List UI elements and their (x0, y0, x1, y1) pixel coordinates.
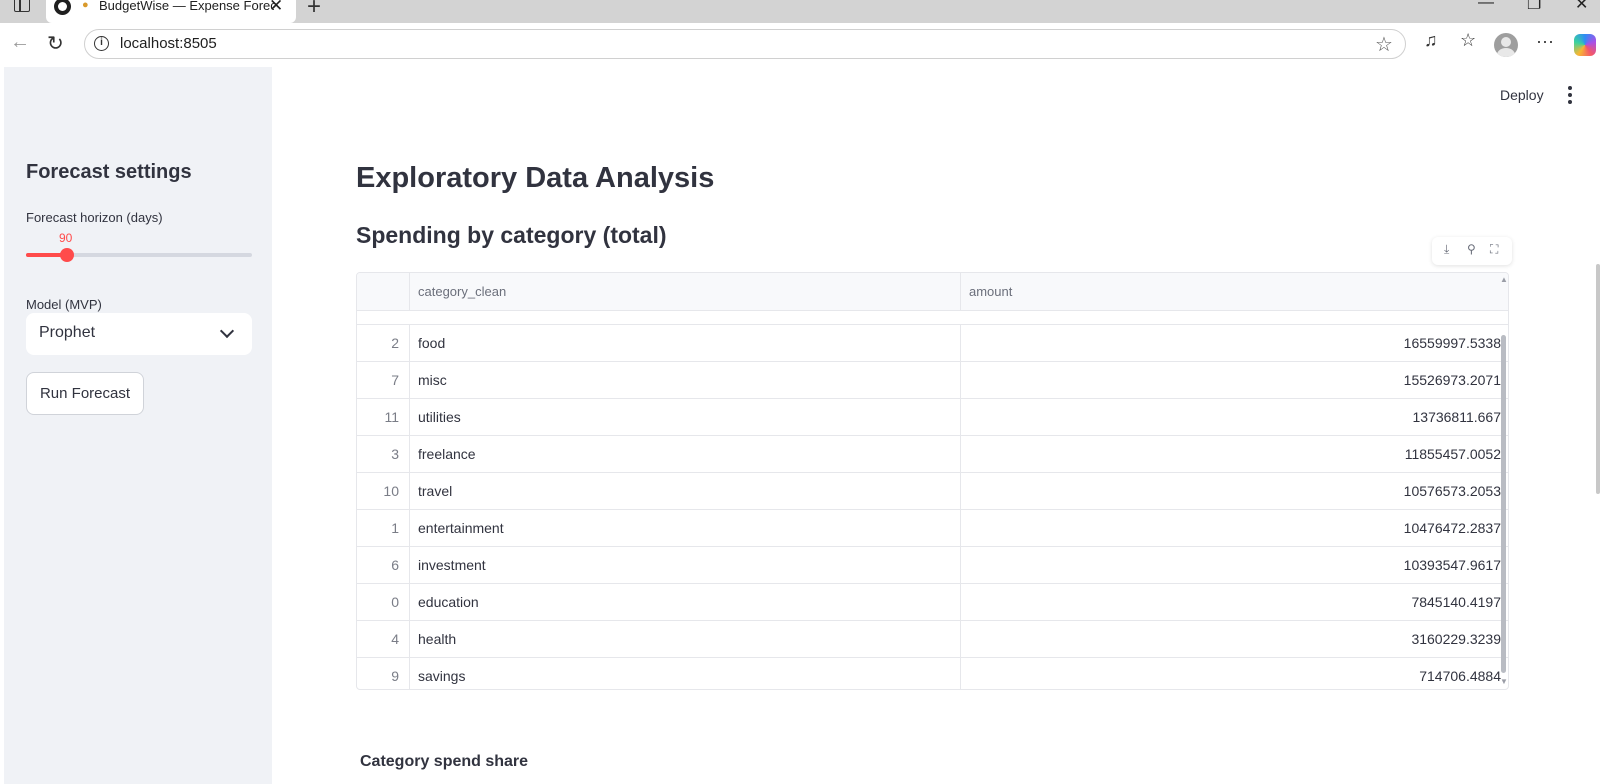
table-row[interactable]: 10 travel 10576573.2053 (357, 473, 1508, 510)
category-cell[interactable]: misc (410, 362, 961, 398)
tab-close-icon[interactable]: ✕ (269, 0, 283, 16)
table-row[interactable]: 4 health 3160229.3239 (357, 621, 1508, 658)
new-tab-button[interactable]: + (307, 0, 321, 21)
table-row[interactable]: 11 utilities 13736811.667 (357, 399, 1508, 436)
table-row[interactable]: 7 misc 15526973.2071 (357, 362, 1508, 399)
amount-cell[interactable]: 714706.4884 (961, 658, 1508, 689)
copilot-icon[interactable] (1574, 34, 1596, 56)
favorites-icon[interactable]: ☆ (1460, 30, 1476, 51)
table-row-partial (357, 311, 1508, 325)
table-row[interactable]: 2 food 16559997.5338 (357, 325, 1508, 362)
main-menu-icon[interactable] (1568, 86, 1572, 104)
row-index-cell[interactable]: 3 (357, 436, 410, 472)
more-icon[interactable]: ··· (1536, 31, 1554, 52)
slider-thumb[interactable] (59, 248, 74, 262)
back-icon[interactable]: ← (10, 31, 30, 54)
profile-icon[interactable] (1494, 33, 1518, 57)
row-index-cell[interactable]: 9 (357, 658, 410, 689)
table-row[interactable]: 1 entertainment 10476472.2837 (357, 510, 1508, 547)
github-favicon-icon (54, 0, 71, 15)
table-header: category_clean amount (357, 273, 1508, 311)
sidebar: Forecast settings Forecast horizon (days… (4, 67, 272, 784)
category-share-title: Category spend share (360, 753, 529, 770)
browser-tab[interactable]: ● BudgetWise — Expense Forec ✕ (46, 0, 296, 23)
table-row[interactable]: 3 freelance 11855457.0052 (357, 436, 1508, 473)
scroll-up-arrow-icon[interactable]: ▲ (1500, 275, 1508, 284)
horizon-value: 90 (59, 231, 73, 245)
url-input[interactable]: i localhost:8505 ☆ (84, 29, 1406, 59)
row-index-cell[interactable]: 6 (357, 547, 410, 583)
table-row[interactable]: 0 education 7845140.4197 (357, 584, 1508, 621)
table-row[interactable]: 9 savings 714706.4884 (357, 658, 1508, 689)
amount-cell[interactable]: 10476472.2837 (961, 510, 1508, 546)
amount-cell[interactable]: 15526973.2071 (961, 362, 1508, 398)
table-scrollbar[interactable] (1501, 335, 1506, 673)
row-index-cell[interactable]: 1 (357, 510, 410, 546)
column-header-amount[interactable]: amount (961, 273, 1508, 311)
url-text: localhost:8505 (120, 35, 217, 52)
row-index-cell[interactable]: 7 (357, 362, 410, 398)
horizon-slider[interactable] (26, 248, 252, 262)
page-scrollbar[interactable] (1596, 264, 1600, 494)
download-icon[interactable]: ⤓ (1444, 242, 1449, 257)
amount-cell[interactable]: 16559997.5338 (961, 325, 1508, 361)
category-cell[interactable]: investment (410, 547, 961, 583)
amount-cell[interactable]: 7845140.4197 (961, 584, 1508, 620)
run-forecast-button[interactable]: Run Forecast (26, 372, 144, 415)
category-cell[interactable]: freelance (410, 436, 961, 472)
category-cell[interactable]: food (410, 325, 961, 361)
category-cell[interactable]: entertainment (410, 510, 961, 546)
minimize-button[interactable]: — (1478, 0, 1494, 12)
category-cell[interactable]: education (410, 584, 961, 620)
model-selected-value: Prophet (39, 324, 96, 341)
category-cell[interactable]: health (410, 621, 961, 657)
moneybag-favicon-icon: ● (82, 0, 89, 11)
deploy-button[interactable]: Deploy (1500, 87, 1544, 103)
site-info-icon[interactable]: i (94, 36, 109, 51)
row-index-cell[interactable]: 4 (357, 621, 410, 657)
model-select[interactable]: Prophet (26, 313, 252, 355)
chevron-down-icon (219, 323, 235, 339)
table-row[interactable]: 6 investment 10393547.9617 (357, 547, 1508, 584)
restore-button[interactable]: ❐ (1527, 0, 1541, 14)
read-aloud-icon[interactable]: ♫ (1424, 30, 1438, 51)
sidebar-toggle-icon[interactable] (12, 0, 30, 14)
browser-tabstrip: ● BudgetWise — Expense Forec ✕ + — ❐ ✕ (0, 0, 1600, 23)
close-window-button[interactable]: ✕ (1575, 0, 1588, 14)
row-index-cell[interactable]: 0 (357, 584, 410, 620)
category-cell[interactable]: savings (410, 658, 961, 689)
address-bar-row: ← ↻ i localhost:8505 ☆ (0, 23, 1600, 65)
column-header-index[interactable] (357, 273, 410, 311)
fullscreen-icon[interactable]: ⛶ (1490, 242, 1498, 257)
search-icon[interactable]: ⚲ (1467, 242, 1476, 256)
section-title: Spending by category (total) (356, 222, 667, 248)
page-title: Exploratory Data Analysis (356, 162, 715, 194)
tab-title: BudgetWise — Expense Forec (99, 0, 274, 13)
bookmark-star-icon[interactable]: ☆ (1375, 32, 1393, 57)
reload-icon[interactable]: ↻ (47, 31, 64, 56)
scroll-down-arrow-icon[interactable]: ▼ (1500, 677, 1508, 686)
row-index-cell[interactable]: 10 (357, 473, 410, 509)
amount-cell[interactable]: 10576573.2053 (961, 473, 1508, 509)
category-cell[interactable]: utilities (410, 399, 961, 435)
horizon-label: Forecast horizon (days) (26, 210, 163, 225)
amount-cell[interactable]: 11855457.0052 (961, 436, 1508, 472)
model-label: Model (MVP) (26, 297, 102, 312)
amount-cell[interactable]: 3160229.3239 (961, 621, 1508, 657)
amount-cell[interactable]: 13736811.667 (961, 399, 1508, 435)
row-index-cell[interactable]: 11 (357, 399, 410, 435)
sidebar-title: Forecast settings (26, 161, 192, 183)
data-table[interactable]: category_clean amount 2 food 16559997.5338… (356, 272, 1509, 690)
table-toolbar: ⤓ ⚲ ⛶ (1432, 237, 1512, 265)
category-cell[interactable]: travel (410, 473, 961, 509)
row-index-cell[interactable]: 2 (357, 325, 410, 361)
amount-cell[interactable]: 10393547.9617 (961, 547, 1508, 583)
column-header-category[interactable]: category_clean (410, 273, 961, 311)
